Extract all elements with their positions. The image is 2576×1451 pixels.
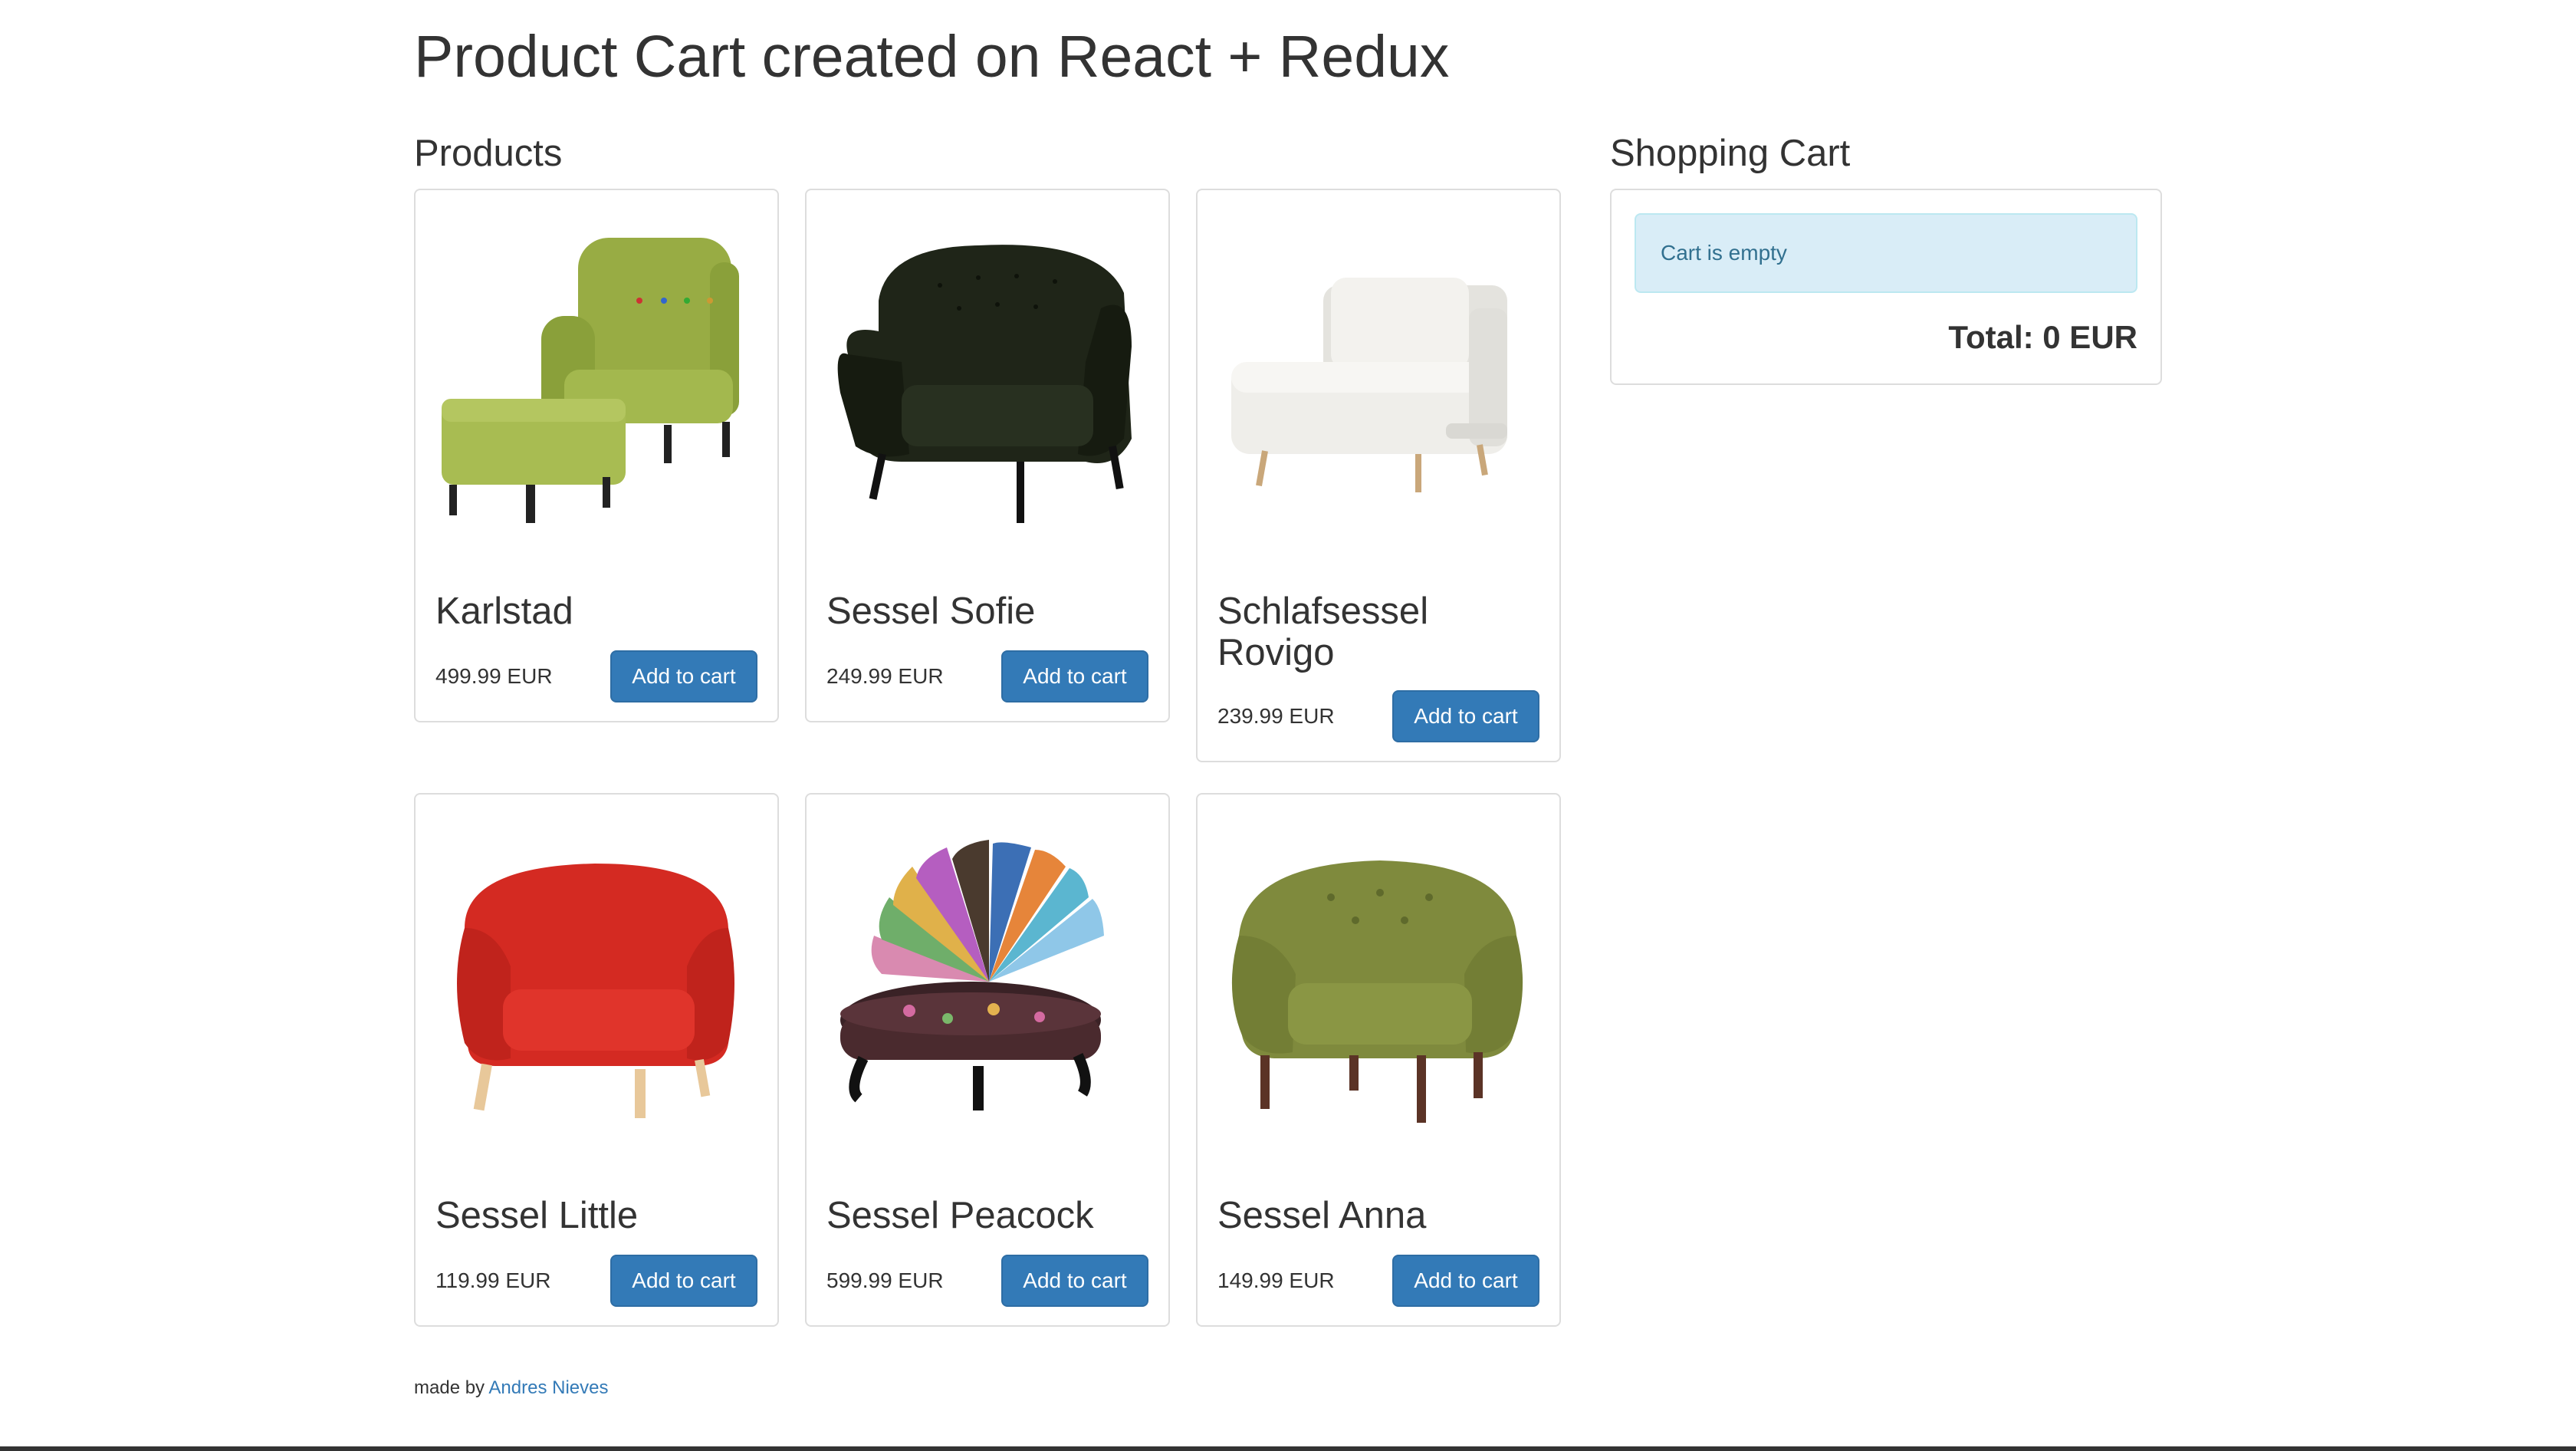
tub-chair-image: [434, 813, 762, 1141]
product-price: 149.99 EUR: [1217, 1268, 1335, 1292]
product-name: Sessel Anna: [1217, 1195, 1427, 1236]
armchair-with-ottoman-image: [434, 209, 762, 537]
add-to-cart-button[interactable]: Add to cart: [610, 1255, 757, 1307]
add-to-cart-button[interactable]: Add to cart: [1001, 650, 1148, 702]
product-price: 249.99 EUR: [826, 664, 944, 688]
add-to-cart-button[interactable]: Add to cart: [1392, 1255, 1539, 1307]
cart-heading: Shopping Cart: [1610, 133, 1851, 174]
product-price: 499.99 EUR: [435, 664, 553, 688]
tub-chair-image: [1216, 813, 1544, 1141]
product-name: Karlstad: [435, 591, 573, 632]
sleeper-chair-image: [1216, 209, 1544, 537]
page-title: Product Cart created on React + Redux: [414, 24, 1450, 90]
product-name: Sessel Sofie: [826, 591, 1036, 632]
add-to-cart-button[interactable]: Add to cart: [1392, 690, 1539, 742]
product-name: Schlafsessel Rovigo: [1217, 591, 1429, 673]
product-card: Schlafsessel Rovigo 239.99 EUR Add to ca…: [1196, 189, 1561, 762]
tufted-armchair-image: [825, 209, 1153, 537]
product-name: Sessel Peacock: [826, 1195, 1094, 1236]
product-card: Sessel Anna 149.99 EUR Add to cart: [1196, 793, 1561, 1327]
cart-empty-alert: Cart is empty: [1635, 213, 2137, 293]
product-price: 599.99 EUR: [826, 1268, 944, 1292]
add-to-cart-button[interactable]: Add to cart: [610, 650, 757, 702]
products-heading: Products: [414, 133, 563, 174]
author-link[interactable]: Andres Nieves: [488, 1377, 608, 1398]
product-card: Sessel Peacock 599.99 EUR Add to cart: [805, 793, 1170, 1327]
product-name: Sessel Little: [435, 1195, 639, 1236]
product-price: 119.99 EUR: [435, 1268, 551, 1292]
peacock-chair-image: [825, 813, 1153, 1141]
product-card: Karlstad 499.99 EUR Add to cart: [414, 189, 779, 722]
footer: made by Andres Nieves: [414, 1377, 608, 1399]
product-card: Sessel Sofie 249.99 EUR Add to cart: [805, 189, 1170, 722]
shopping-cart-panel: Cart is empty Total: 0 EUR: [1610, 189, 2162, 385]
product-card: Sessel Little 119.99 EUR Add to cart: [414, 793, 779, 1327]
add-to-cart-button[interactable]: Add to cart: [1001, 1255, 1148, 1307]
window-bottom-edge: [0, 1446, 2576, 1451]
product-price: 239.99 EUR: [1217, 704, 1335, 728]
footer-prefix: made by: [414, 1377, 485, 1398]
cart-total: Total: 0 EUR: [1948, 319, 2137, 355]
